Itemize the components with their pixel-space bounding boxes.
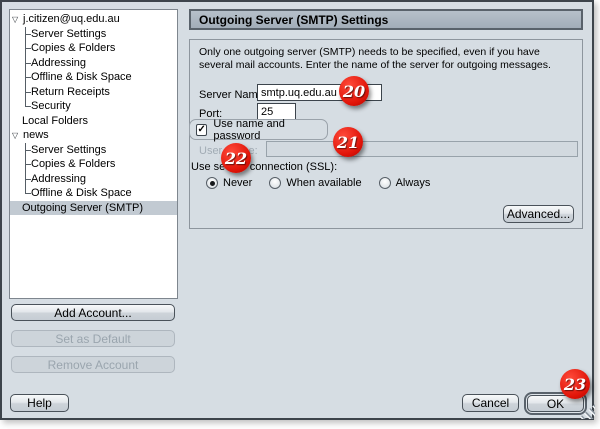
callout-badge-22: 22 bbox=[221, 143, 251, 173]
tree-item-local-folders[interactable]: Local Folders bbox=[10, 114, 177, 129]
tree-item-label: j.citizen@uq.edu.au bbox=[23, 13, 120, 25]
callout-badge-21: 21 bbox=[333, 127, 363, 157]
tree-item-label: Copies & Folders bbox=[31, 158, 115, 170]
ssl-radio-always-label: Always bbox=[396, 177, 431, 189]
ssl-radio-never-label: Never bbox=[223, 177, 252, 189]
tree-item-label: news bbox=[23, 129, 49, 141]
tree-item-news-offline-disk-space[interactable]: Offline & Disk Space bbox=[10, 186, 177, 201]
panel-title: Outgoing Server (SMTP) Settings bbox=[199, 13, 388, 27]
use-name-password-checkbox[interactable]: ✓ bbox=[196, 124, 207, 136]
add-account-button[interactable]: Add Account... bbox=[11, 304, 175, 321]
ssl-radio-when-available-label: When available bbox=[286, 177, 361, 189]
tree-item-return-receipts[interactable]: Return Receipts bbox=[10, 85, 177, 100]
tree-item-label: Server Settings bbox=[31, 144, 106, 156]
use-name-password-group: ✓ Use name and password bbox=[189, 119, 328, 140]
checkmark-icon: ✓ bbox=[197, 125, 205, 135]
expander-open-icon[interactable]: ▽ bbox=[12, 129, 23, 144]
advanced-button[interactable]: Advanced... bbox=[503, 205, 574, 223]
tree-item-server-settings[interactable]: Server Settings bbox=[10, 27, 177, 42]
help-button[interactable]: Help bbox=[10, 394, 69, 412]
callout-badge-20: 20 bbox=[339, 76, 369, 106]
cancel-button[interactable]: Cancel bbox=[462, 394, 519, 412]
tree-item-label: Return Receipts bbox=[31, 86, 110, 98]
tree-item-label: Addressing bbox=[31, 173, 86, 185]
tree-item-label: Server Settings bbox=[31, 28, 106, 40]
tree-item-label: Offline & Disk Space bbox=[31, 71, 132, 83]
expander-open-icon[interactable]: ▽ bbox=[12, 13, 23, 28]
accounts-tree-panel: ▽j.citizen@uq.edu.au Server Settings Cop… bbox=[9, 9, 178, 299]
tree-item-copies-folders[interactable]: Copies & Folders bbox=[10, 41, 177, 56]
user-name-input bbox=[266, 141, 578, 157]
tree-item-security[interactable]: Security bbox=[10, 99, 177, 114]
tree-item-account-root[interactable]: ▽j.citizen@uq.edu.au bbox=[10, 12, 177, 27]
tree-item-news-server-settings[interactable]: Server Settings bbox=[10, 143, 177, 158]
set-as-default-button: Set as Default bbox=[11, 330, 175, 347]
tree-item-label: Outgoing Server (SMTP) bbox=[22, 202, 143, 214]
use-name-password-label: Use name and password bbox=[213, 118, 327, 142]
tree-item-label: Security bbox=[31, 100, 71, 112]
tree-item-label: Local Folders bbox=[22, 115, 88, 127]
accounts-tree: ▽j.citizen@uq.edu.au Server Settings Cop… bbox=[10, 10, 177, 215]
tree-item-label: Copies & Folders bbox=[31, 42, 115, 54]
ssl-radio-when-available[interactable] bbox=[269, 177, 281, 189]
ssl-radio-group: Never When available Always bbox=[206, 176, 430, 190]
ssl-label: Use secure connection (SSL): bbox=[191, 161, 337, 173]
tree-item-news-copies-folders[interactable]: Copies & Folders bbox=[10, 157, 177, 172]
radio-selected-dot bbox=[210, 181, 215, 186]
remove-account-button: Remove Account bbox=[11, 356, 175, 373]
smtp-description-text: Only one outgoing server (SMTP) needs to… bbox=[199, 46, 575, 72]
tree-item-news-addressing[interactable]: Addressing bbox=[10, 172, 177, 187]
tree-item-label: Addressing bbox=[31, 57, 86, 69]
ssl-radio-always[interactable] bbox=[379, 177, 391, 189]
tree-item-outgoing-server-smtp[interactable]: Outgoing Server (SMTP) bbox=[10, 201, 177, 216]
callout-badge-23: 23 bbox=[560, 369, 590, 399]
tree-item-label: Offline & Disk Space bbox=[31, 187, 132, 199]
tree-item-news-root[interactable]: ▽news bbox=[10, 128, 177, 143]
account-settings-dialog: ▽j.citizen@uq.edu.au Server Settings Cop… bbox=[0, 0, 594, 420]
ssl-radio-never[interactable] bbox=[206, 177, 218, 189]
panel-header: Outgoing Server (SMTP) Settings bbox=[189, 9, 583, 30]
tree-item-offline-disk-space[interactable]: Offline & Disk Space bbox=[10, 70, 177, 85]
tree-item-addressing[interactable]: Addressing bbox=[10, 56, 177, 71]
